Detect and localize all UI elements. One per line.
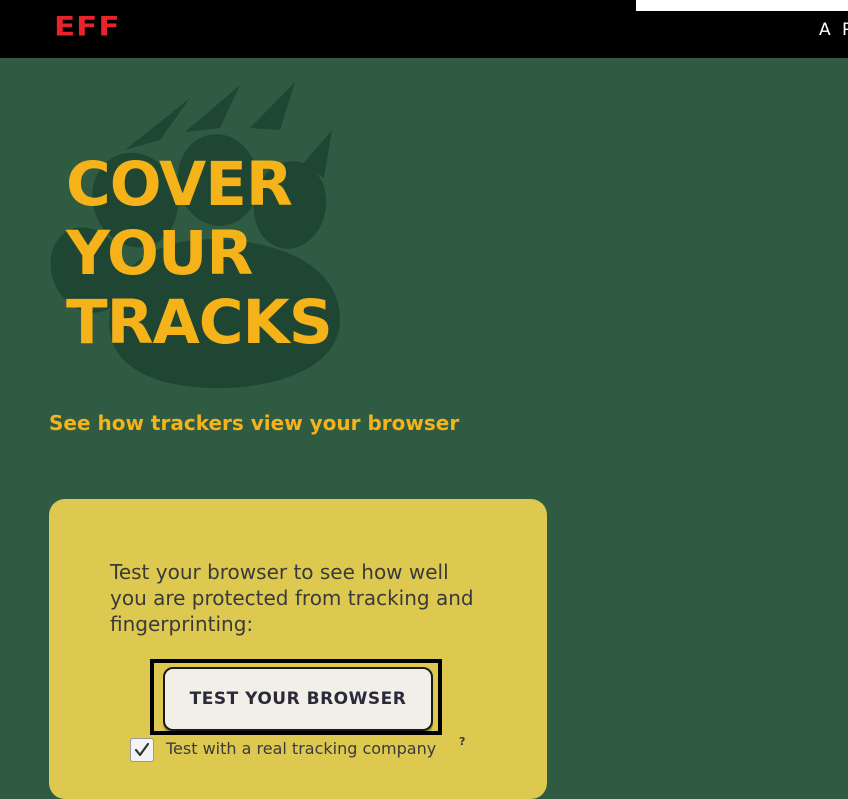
test-card: Test your browser to see how well you ar… xyxy=(49,499,547,799)
help-question-link[interactable]: ? xyxy=(459,735,465,748)
tagline: See how trackers view your browser xyxy=(49,411,460,435)
test-your-browser-button[interactable]: TEST YOUR BROWSER xyxy=(163,667,433,731)
real-tracker-checkbox-label[interactable]: Test with a real tracking company xyxy=(166,739,436,758)
search-input[interactable] xyxy=(636,0,848,11)
eff-logo[interactable]: EFF xyxy=(54,14,121,40)
hero-title-line: YOUR xyxy=(66,218,253,289)
hero-title-line: COVER xyxy=(66,149,293,220)
real-tracker-checkbox[interactable] xyxy=(130,738,154,762)
hero-title: COVER YOUR TRACKS xyxy=(66,149,333,358)
checkmark-icon xyxy=(134,742,150,757)
claw-mark xyxy=(250,82,295,130)
claw-mark xyxy=(185,85,240,132)
top-nav-link[interactable]: A P xyxy=(819,20,848,40)
card-description: Test your browser to see how well you ar… xyxy=(110,560,474,636)
hero-title-line: TRACKS xyxy=(66,287,333,358)
top-navigation-bar: EFF A P xyxy=(0,0,848,58)
claw-mark xyxy=(125,98,190,150)
